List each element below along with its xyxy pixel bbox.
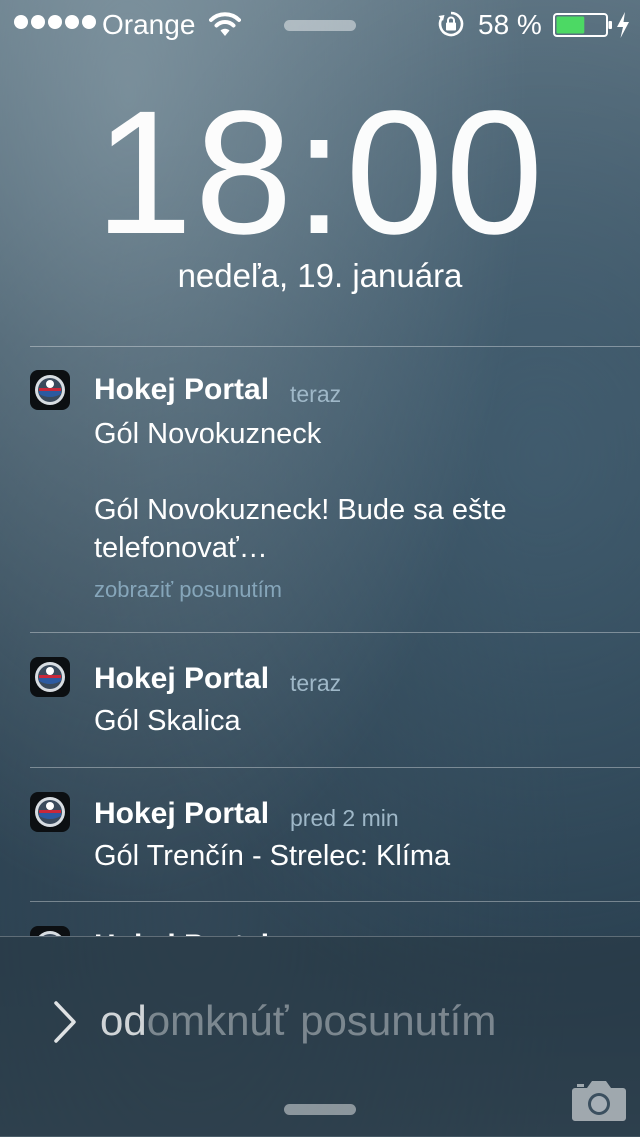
hokej-portal-app-icon	[30, 792, 70, 832]
slide-to-unlock-text: omknúť posunutím	[146, 997, 497, 1044]
hokej-portal-app-icon	[30, 657, 70, 697]
slide-to-unlock-shine: od	[100, 997, 147, 1044]
notification-title: Gól Skalica	[94, 705, 241, 737]
notification-item[interactable]: Hokej Portal	[0, 902, 640, 936]
notification-app-name: Hokej Portal	[94, 797, 270, 830]
notification-item[interactable]: Hokej Portal teraz Gól Novokuzneck Gól N…	[0, 346, 640, 632]
control-center-grabber[interactable]	[284, 1104, 356, 1115]
notification-center-grabber[interactable]	[284, 20, 356, 31]
battery-percent: 58 %	[478, 9, 542, 40]
notification-message-line: Gól Novokuzneck! Bude sa ešte	[94, 494, 507, 526]
notification-message-line: telefonovať…	[94, 532, 268, 564]
chevron-right-icon	[54, 1001, 76, 1043]
wifi-icon	[209, 12, 241, 36]
notification-app-name: Hokej Portal	[94, 928, 269, 936]
notification-item[interactable]: Hokej Portal pred 2 min Gól Trenčín - St…	[0, 768, 640, 902]
clock-minutes: 00	[345, 75, 546, 271]
lock-screen-clock: 18:00	[0, 85, 640, 261]
status-bar: Orange 58 %	[0, 0, 640, 50]
notification-title: Gól Novokuzneck	[94, 418, 322, 450]
notification-time: pred 2 min	[290, 805, 399, 831]
rotation-lock-icon	[438, 11, 464, 37]
hokej-portal-app-icon	[30, 926, 70, 936]
charging-icon	[617, 12, 629, 38]
camera-icon[interactable]	[571, 1078, 627, 1122]
signal-strength-icon	[14, 15, 96, 29]
notification-title: Gól Trenčín - Strelec: Klíma	[94, 840, 451, 872]
battery-icon	[553, 13, 612, 37]
notification-app-name: Hokej Portal	[94, 373, 270, 406]
notification-swipe-hint: zobraziť posunutím	[94, 577, 283, 602]
lock-screen-date: nedeľa, 19. januára	[177, 257, 463, 294]
carrier-name: Orange	[102, 9, 196, 40]
notification-time: teraz	[290, 670, 342, 696]
clock-hours: 18	[94, 75, 295, 271]
slide-to-unlock-label[interactable]: odomknúť posunutím	[100, 996, 496, 1046]
hokej-portal-app-icon	[30, 370, 70, 410]
notification-time: teraz	[290, 381, 342, 407]
notification-item[interactable]: Hokej Portal teraz Gól Skalica	[0, 633, 640, 767]
clock-separator: :	[294, 75, 346, 271]
notification-app-name: Hokej Portal	[94, 662, 270, 695]
